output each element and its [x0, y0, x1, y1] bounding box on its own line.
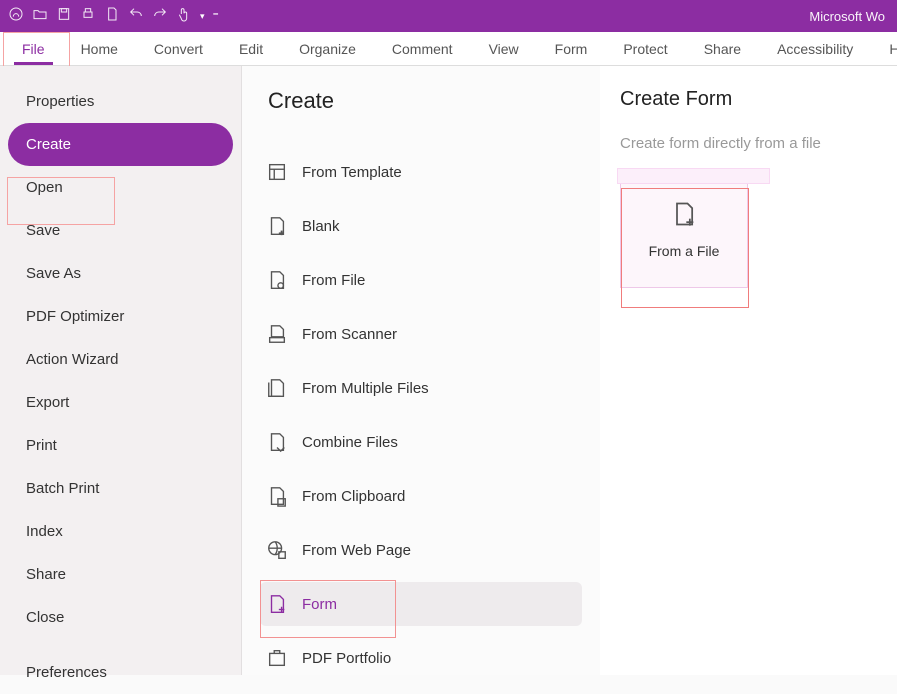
app-logo-icon [8, 6, 24, 27]
window-title: Microsoft Wo [809, 9, 889, 24]
create-item-label: From Scanner [302, 326, 397, 343]
save-icon[interactable] [56, 6, 72, 27]
open-icon[interactable] [32, 6, 48, 27]
create-form-panel: Create Form Create form directly from a … [600, 66, 897, 675]
create-portfolio[interactable]: PDF Portfolio [260, 636, 582, 680]
hand-icon[interactable] [176, 6, 192, 27]
scanner-icon [266, 323, 288, 345]
side-item-properties[interactable]: Properties [0, 80, 241, 123]
side-item-batch-print[interactable]: Batch Print [0, 467, 241, 510]
create-panel: Create From Template Blank From File Fro… [242, 66, 600, 675]
qat-dropdown-icon[interactable]: ▾ [200, 11, 205, 22]
create-item-label: Combine Files [302, 434, 398, 451]
side-item-pdf-optimizer[interactable]: PDF Optimizer [0, 295, 241, 338]
tile-label: From a File [649, 243, 720, 259]
create-item-label: From Template [302, 164, 402, 181]
side-item-save[interactable]: Save [0, 209, 241, 252]
tab-file[interactable]: File [4, 32, 63, 65]
from-a-file-tile[interactable]: From a File [620, 170, 748, 288]
ribbon: File Home Convert Edit Organize Comment … [0, 32, 897, 66]
side-item-preferences[interactable]: Preferences [0, 651, 241, 694]
tab-comment[interactable]: Comment [374, 32, 471, 65]
create-item-label: From Clipboard [302, 488, 405, 505]
create-heading: Create [268, 88, 582, 114]
create-item-label: Blank [302, 218, 340, 235]
annotation-tile-top [617, 168, 770, 184]
titlebar: ▾ ⁼ Microsoft Wo [0, 0, 897, 32]
file-side-menu: Properties Create Open Save Save As PDF … [0, 66, 242, 675]
tab-organize[interactable]: Organize [281, 32, 374, 65]
blank-page-icon [266, 215, 288, 237]
create-item-label: Form [302, 596, 337, 613]
side-item-export[interactable]: Export [0, 381, 241, 424]
print-icon[interactable] [80, 6, 96, 27]
tab-home[interactable]: Home [63, 32, 136, 65]
form-panel-subtitle: Create form directly from a file [620, 135, 877, 152]
tab-convert[interactable]: Convert [136, 32, 221, 65]
create-form[interactable]: Form [260, 582, 582, 626]
tab-form[interactable]: Form [537, 32, 606, 65]
create-from-multiple[interactable]: From Multiple Files [260, 366, 582, 410]
side-item-print[interactable]: Print [0, 424, 241, 467]
multiple-files-icon [266, 377, 288, 399]
side-item-open[interactable]: Open [0, 166, 241, 209]
create-from-web[interactable]: From Web Page [260, 528, 582, 572]
create-item-label: From Multiple Files [302, 380, 429, 397]
tab-help[interactable]: H [871, 32, 897, 65]
side-item-index[interactable]: Index [0, 510, 241, 553]
side-item-create[interactable]: Create [8, 123, 233, 166]
create-combine[interactable]: Combine Files [260, 420, 582, 464]
globe-icon [266, 539, 288, 561]
file-plus-icon [670, 200, 698, 231]
side-item-save-as[interactable]: Save As [0, 252, 241, 295]
qat-overflow-icon[interactable]: ⁼ [213, 9, 219, 23]
create-item-label: From Web Page [302, 542, 411, 559]
form-panel-heading: Create Form [620, 88, 877, 111]
portfolio-icon [266, 647, 288, 669]
tab-protect[interactable]: Protect [605, 32, 685, 65]
side-item-action-wizard[interactable]: Action Wizard [0, 338, 241, 381]
create-blank[interactable]: Blank [260, 204, 582, 248]
file-icon [266, 269, 288, 291]
create-from-scanner[interactable]: From Scanner [260, 312, 582, 356]
tab-edit[interactable]: Edit [221, 32, 281, 65]
tab-share[interactable]: Share [686, 32, 759, 65]
create-item-label: From File [302, 272, 365, 289]
tab-view[interactable]: View [471, 32, 537, 65]
create-from-clipboard[interactable]: From Clipboard [260, 474, 582, 518]
tab-accessibility[interactable]: Accessibility [759, 32, 871, 65]
combine-icon [266, 431, 288, 453]
side-item-share[interactable]: Share [0, 553, 241, 596]
undo-icon[interactable] [128, 6, 144, 27]
template-icon [266, 161, 288, 183]
create-from-file[interactable]: From File [260, 258, 582, 302]
create-item-label: PDF Portfolio [302, 650, 391, 667]
create-from-template[interactable]: From Template [260, 150, 582, 194]
clipboard-icon [266, 485, 288, 507]
redo-icon[interactable] [152, 6, 168, 27]
side-item-close[interactable]: Close [0, 596, 241, 639]
page-icon[interactable] [104, 6, 120, 27]
form-icon [266, 593, 288, 615]
